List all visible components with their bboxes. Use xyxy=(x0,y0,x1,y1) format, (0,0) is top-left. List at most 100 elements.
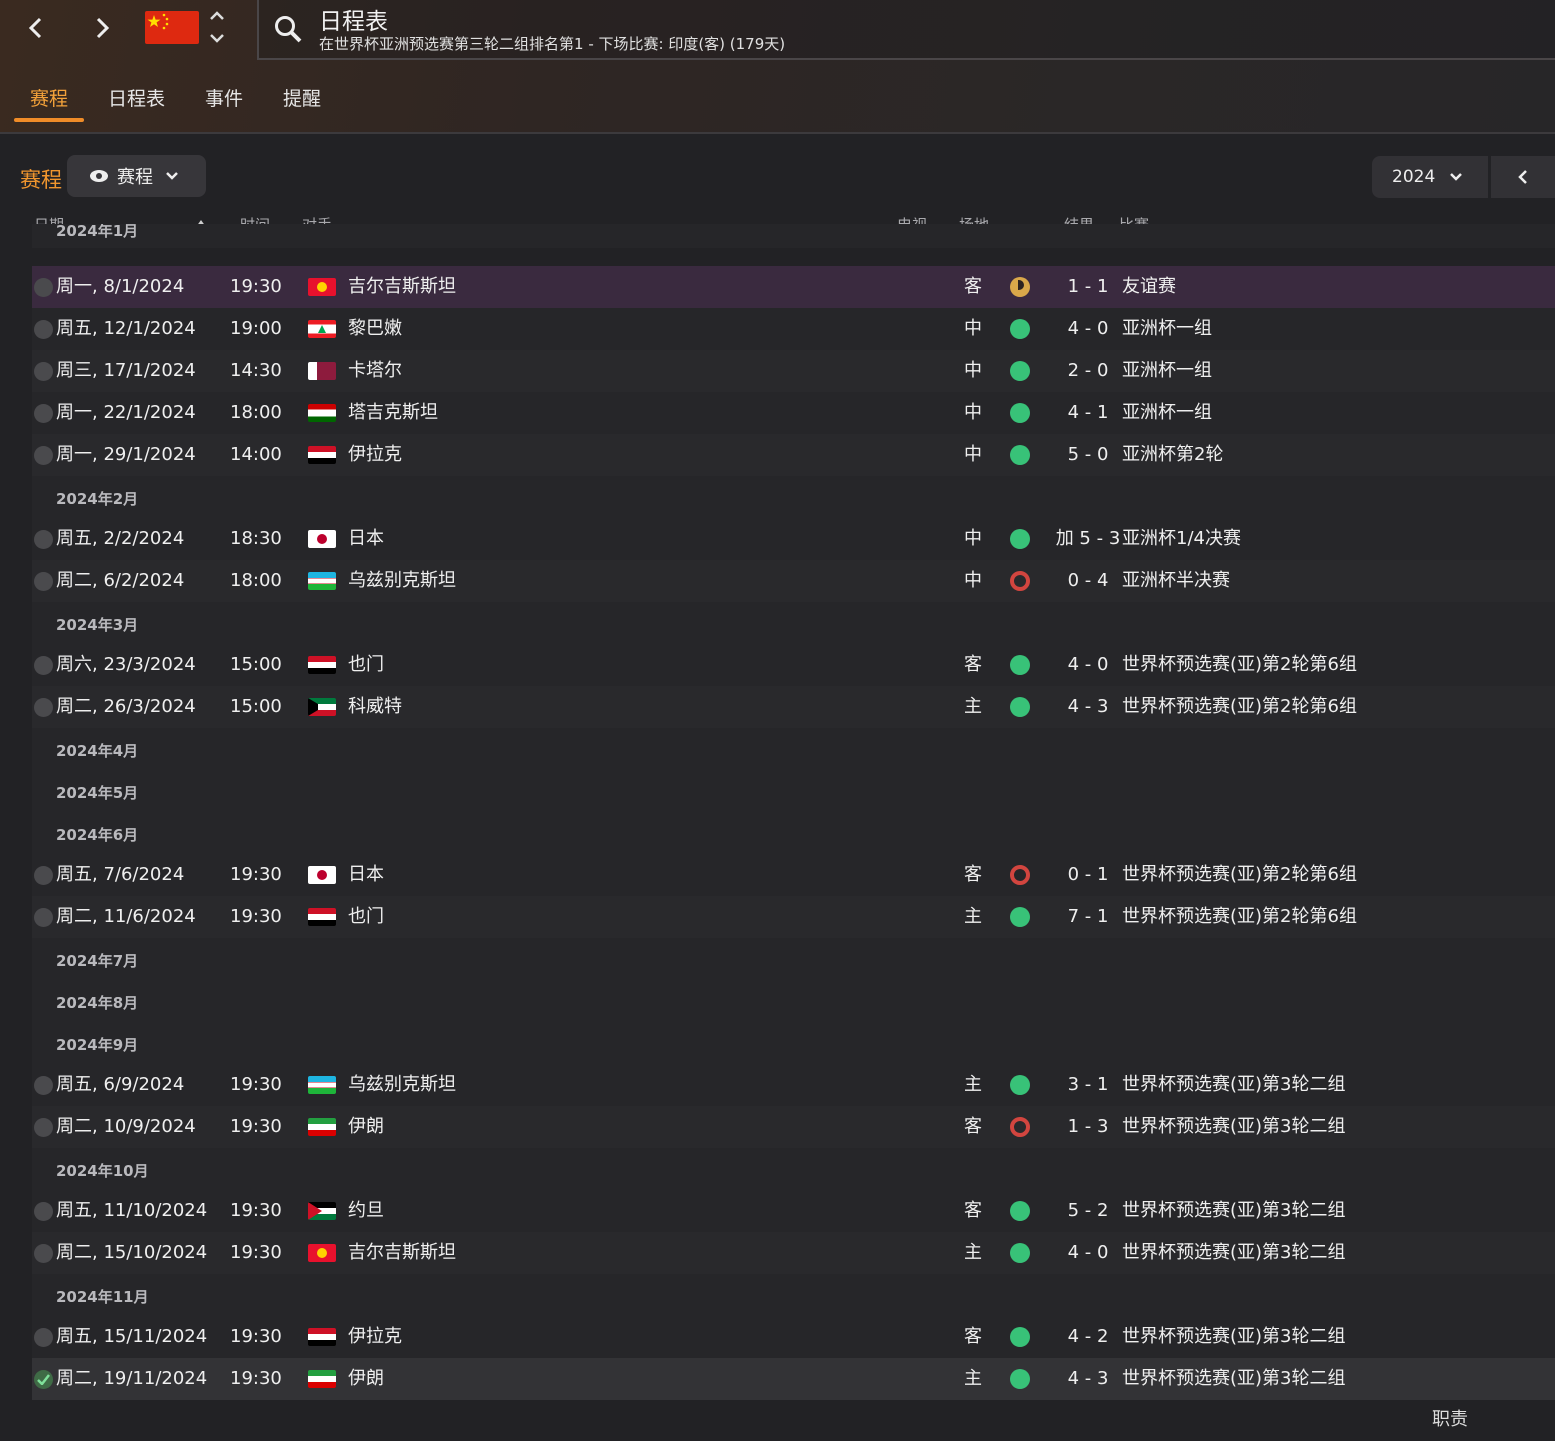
match-result[interactable]: 2 - 0 xyxy=(1044,350,1132,392)
previous-year-button[interactable] xyxy=(1491,156,1555,198)
opponent-name[interactable]: 伊拉克 xyxy=(348,434,402,476)
fixture-row[interactable]: 周三, 17/1/2024 14:30 卡塔尔 中 2 - 0 亚洲杯一组 xyxy=(32,350,1555,392)
fixture-row[interactable]: 周五, 12/1/2024 19:00 黎巴嫩 中 4 - 0 亚洲杯一组 xyxy=(32,308,1555,350)
watermark: 职责 xyxy=(1432,1405,1552,1435)
competition-name[interactable]: 世界杯预选赛(亚)第2轮第6组 xyxy=(1122,896,1357,938)
fixture-row[interactable]: 周一, 22/1/2024 18:00 塔吉克斯坦 中 4 - 1 亚洲杯一组 xyxy=(32,392,1555,434)
fixture-row[interactable]: 周五, 15/11/2024 19:30 伊拉克 客 4 - 2 世界杯预选赛(亚)第3轮… xyxy=(32,1316,1555,1358)
opponent-name[interactable]: 日本 xyxy=(348,854,384,896)
tab-reminders[interactable]: 提醒 xyxy=(267,82,337,122)
year-dropdown-label: 2024 xyxy=(1392,167,1436,187)
match-result[interactable]: 5 - 0 xyxy=(1044,434,1132,476)
opponent-name[interactable]: 吉尔吉斯斯坦 xyxy=(348,1232,456,1274)
team-switch-updown-icon[interactable] xyxy=(206,8,228,46)
team-flag-china[interactable] xyxy=(145,11,199,44)
venue-label: 中 xyxy=(964,570,982,591)
competition-name[interactable]: 友谊赛 xyxy=(1122,266,1176,308)
fixture-row[interactable]: 周二, 6/2/2024 18:00 乌兹别克斯坦 中 0 - 4 亚洲杯半决赛 xyxy=(32,560,1555,602)
opponent-name[interactable]: 约旦 xyxy=(348,1190,384,1232)
competition-name[interactable]: 世界杯预选赛(亚)第3轮二组 xyxy=(1122,1190,1346,1232)
year-dropdown[interactable]: 2024 xyxy=(1372,156,1488,198)
competition-name[interactable]: 世界杯预选赛(亚)第2轮第6组 xyxy=(1122,644,1357,686)
match-result[interactable]: 3 - 1 xyxy=(1044,1064,1132,1106)
fixture-row[interactable]: 周五, 11/10/2024 19:30 约旦 客 5 - 2 世界杯预选赛(亚)第3轮二… xyxy=(32,1190,1555,1232)
competition-name[interactable]: 世界杯预选赛(亚)第3轮二组 xyxy=(1122,1106,1346,1148)
opponent-name[interactable]: 伊拉克 xyxy=(348,1316,402,1358)
result-win-icon xyxy=(1010,697,1030,717)
fixture-row[interactable]: 周五, 2/2/2024 18:30 日本 中 加 5 - 3 亚洲杯1/4决赛 xyxy=(32,518,1555,560)
completed-check-icon xyxy=(34,572,53,591)
venue-label: 中 xyxy=(964,360,982,381)
fixture-row[interactable]: 周五, 6/9/2024 19:30 乌兹别克斯坦 主 3 - 1 世界杯预选赛(亚)第3… xyxy=(32,1064,1555,1106)
match-result[interactable]: 1 - 3 xyxy=(1044,1106,1132,1148)
match-result[interactable]: 5 - 2 xyxy=(1044,1190,1132,1232)
match-result[interactable]: 4 - 0 xyxy=(1044,308,1132,350)
opponent-name[interactable]: 伊朗 xyxy=(348,1358,384,1400)
fixture-time: 15:00 xyxy=(230,654,282,675)
eye-icon xyxy=(90,170,108,182)
opponent-name[interactable]: 卡塔尔 xyxy=(348,350,402,392)
fixture-row[interactable]: 周二, 11/6/2024 19:30 也门 主 7 - 1 世界杯预选赛(亚)第2轮第6… xyxy=(32,896,1555,938)
match-result[interactable]: 0 - 1 xyxy=(1044,854,1132,896)
match-result[interactable]: 7 - 1 xyxy=(1044,896,1132,938)
opponent-name[interactable]: 日本 xyxy=(348,518,384,560)
fixture-row[interactable]: 周二, 19/11/2024 19:30 伊朗 主 4 - 3 世界杯预选赛(亚)第3轮二… xyxy=(32,1358,1555,1400)
competition-name[interactable]: 亚洲杯1/4决赛 xyxy=(1122,518,1241,560)
fixture-row[interactable]: 周一, 29/1/2024 14:00 伊拉克 中 5 - 0 亚洲杯第2轮 xyxy=(32,434,1555,476)
match-result[interactable]: 4 - 0 xyxy=(1044,1232,1132,1274)
month-header-label: 2024年9月 xyxy=(56,1036,139,1054)
competition-name[interactable]: 世界杯预选赛(亚)第3轮二组 xyxy=(1122,1232,1346,1274)
match-result[interactable]: 4 - 2 xyxy=(1044,1316,1132,1358)
tab-events[interactable]: 事件 xyxy=(189,82,259,122)
search-icon[interactable] xyxy=(273,14,303,44)
page-subtitle: 在世界杯亚洲预选赛第三轮二组排名第1 - 下场比赛: 印度(客) (179天) xyxy=(319,35,786,53)
fixture-date: 周二, 6/2/2024 xyxy=(56,570,185,591)
opponent-name[interactable]: 伊朗 xyxy=(348,1106,384,1148)
competition-name[interactable]: 世界杯预选赛(亚)第3轮二组 xyxy=(1122,1316,1346,1358)
fixture-row[interactable]: 周五, 7/6/2024 19:30 日本 客 0 - 1 世界杯预选赛(亚)第2轮第6组 xyxy=(32,854,1555,896)
match-result[interactable]: 4 - 3 xyxy=(1044,686,1132,728)
opponent-name[interactable]: 也门 xyxy=(348,644,384,686)
match-result[interactable]: 0 - 4 xyxy=(1044,560,1132,602)
fixture-time: 19:30 xyxy=(230,906,282,927)
competition-name[interactable]: 世界杯预选赛(亚)第2轮第6组 xyxy=(1122,854,1357,896)
fixture-row[interactable]: 周二, 10/9/2024 19:30 伊朗 客 1 - 3 世界杯预选赛(亚)第3轮二组 xyxy=(32,1106,1555,1148)
match-result[interactable]: 4 - 0 xyxy=(1044,644,1132,686)
venue-label: 主 xyxy=(964,696,982,717)
view-dropdown[interactable]: 赛程 xyxy=(67,155,206,197)
opponent-name[interactable]: 塔吉克斯坦 xyxy=(348,392,438,434)
tab-fixtures[interactable]: 赛程 xyxy=(14,82,85,122)
back-button[interactable] xyxy=(16,8,56,48)
opponent-name[interactable]: 吉尔吉斯斯坦 xyxy=(348,266,456,308)
competition-name[interactable]: 世界杯预选赛(亚)第3轮二组 xyxy=(1122,1358,1346,1400)
forward-button[interactable] xyxy=(82,8,122,48)
competition-name[interactable]: 世界杯预选赛(亚)第3轮二组 xyxy=(1122,1064,1346,1106)
result-win-icon xyxy=(1010,907,1030,927)
competition-name[interactable]: 世界杯预选赛(亚)第2轮第6组 xyxy=(1122,686,1357,728)
competition-name[interactable]: 亚洲杯一组 xyxy=(1122,350,1212,392)
opponent-name[interactable]: 黎巴嫩 xyxy=(348,308,402,350)
opponent-name[interactable]: 科威特 xyxy=(348,686,402,728)
fixture-row[interactable]: 周一, 8/1/2024 19:30 吉尔吉斯斯坦 客 1 - 1 友谊赛 xyxy=(32,266,1555,308)
tab-schedule[interactable]: 日程表 xyxy=(92,82,181,122)
fixture-row[interactable]: 周二, 26/3/2024 15:00 科威特 主 4 - 3 世界杯预选赛(亚)第2轮第… xyxy=(32,686,1555,728)
match-result[interactable]: 1 - 1 xyxy=(1044,266,1132,308)
result-win-icon xyxy=(1010,1243,1030,1263)
competition-name[interactable]: 亚洲杯半决赛 xyxy=(1122,560,1230,602)
match-result[interactable]: 4 - 1 xyxy=(1044,392,1132,434)
match-result[interactable]: 加 5 - 3 xyxy=(1044,518,1132,560)
month-header-label: 2024年7月 xyxy=(56,952,139,970)
competition-name[interactable]: 亚洲杯一组 xyxy=(1122,392,1212,434)
opponent-name[interactable]: 也门 xyxy=(348,896,384,938)
result-win-icon xyxy=(1010,403,1030,423)
match-result[interactable]: 4 - 3 xyxy=(1044,1358,1132,1400)
search-bar[interactable]: 日程表 在世界杯亚洲预选赛第三轮二组排名第1 - 下场比赛: 印度(客) (17… xyxy=(257,0,1555,60)
chevron-left-icon xyxy=(1518,170,1527,184)
competition-name[interactable]: 亚洲杯一组 xyxy=(1122,308,1212,350)
competition-name[interactable]: 亚洲杯第2轮 xyxy=(1122,434,1223,476)
fixture-date: 周一, 22/1/2024 xyxy=(56,402,196,423)
fixture-row[interactable]: 周二, 15/10/2024 19:30 吉尔吉斯斯坦 主 4 - 0 世界杯预选赛(亚)… xyxy=(32,1232,1555,1274)
opponent-name[interactable]: 乌兹别克斯坦 xyxy=(348,1064,456,1106)
opponent-name[interactable]: 乌兹别克斯坦 xyxy=(348,560,456,602)
fixture-row[interactable]: 周六, 23/3/2024 15:00 也门 客 4 - 0 世界杯预选赛(亚)第2轮第6… xyxy=(32,644,1555,686)
